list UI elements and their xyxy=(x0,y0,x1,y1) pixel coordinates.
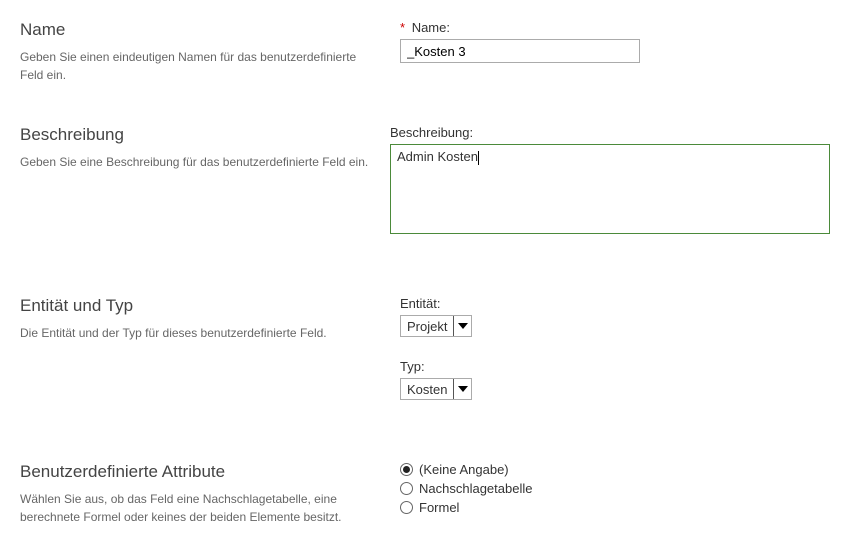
type-select-value: Kosten xyxy=(401,382,453,397)
section-name-left: Name Geben Sie einen eindeutigen Namen f… xyxy=(20,20,400,84)
section-description: Beschreibung Geben Sie eine Beschreibung… xyxy=(20,125,830,256)
attribute-radio-none-label: (Keine Angabe) xyxy=(419,462,509,477)
section-attributes: Benutzerdefinierte Attribute Wählen Sie … xyxy=(20,462,830,526)
section-attributes-left: Benutzerdefinierte Attribute Wählen Sie … xyxy=(20,462,400,526)
entity-field-label: Entität: xyxy=(400,296,830,311)
chevron-down-icon xyxy=(453,316,471,336)
section-entity-desc: Die Entität und der Typ für dieses benut… xyxy=(20,324,380,342)
section-description-left: Beschreibung Geben Sie eine Beschreibung… xyxy=(20,125,390,171)
section-description-title: Beschreibung xyxy=(20,125,370,145)
radio-dot-icon xyxy=(403,466,410,473)
attribute-radio-lookup[interactable]: Nachschlagetabelle xyxy=(400,481,830,496)
type-field-label: Typ: xyxy=(400,359,830,374)
section-attributes-title: Benutzerdefinierte Attribute xyxy=(20,462,380,482)
section-entity-title: Entität und Typ xyxy=(20,296,380,316)
section-name-title: Name xyxy=(20,20,380,40)
radio-icon xyxy=(400,482,413,495)
chevron-down-icon xyxy=(453,379,471,399)
section-entity-left: Entität und Typ Die Entität und der Typ … xyxy=(20,296,400,342)
type-select[interactable]: Kosten xyxy=(400,378,472,400)
attribute-radio-formula-label: Formel xyxy=(419,500,459,515)
attribute-radio-lookup-label: Nachschlagetabelle xyxy=(419,481,532,496)
section-entity-right: Entität: Projekt Typ: Kosten xyxy=(400,296,830,422)
description-textarea[interactable]: Admin Kosten xyxy=(390,144,830,234)
radio-icon xyxy=(400,501,413,514)
type-field-group: Typ: Kosten xyxy=(400,359,830,400)
section-name-right: * Name: xyxy=(400,20,830,85)
entity-select[interactable]: Projekt xyxy=(400,315,472,337)
name-input[interactable] xyxy=(400,39,640,63)
required-asterisk: * xyxy=(400,20,405,35)
description-field-group: Beschreibung: Admin Kosten xyxy=(390,125,830,234)
entity-select-value: Projekt xyxy=(401,319,453,334)
section-name: Name Geben Sie einen eindeutigen Namen f… xyxy=(20,20,830,85)
name-field-group: * Name: xyxy=(400,20,830,63)
entity-field-group: Entität: Projekt xyxy=(400,296,830,337)
section-description-desc: Geben Sie eine Beschreibung für das benu… xyxy=(20,153,370,171)
name-label-text: Name: xyxy=(412,20,450,35)
section-entity-type: Entität und Typ Die Entität und der Typ … xyxy=(20,296,830,422)
description-field-label: Beschreibung: xyxy=(390,125,830,140)
section-name-desc: Geben Sie einen eindeutigen Namen für da… xyxy=(20,48,380,84)
section-attributes-right: (Keine Angabe) Nachschlagetabelle Formel xyxy=(400,462,830,519)
name-field-label: * Name: xyxy=(400,20,830,35)
attribute-radio-formula[interactable]: Formel xyxy=(400,500,830,515)
section-attributes-desc: Wählen Sie aus, ob das Feld eine Nachsch… xyxy=(20,490,380,526)
attribute-radio-none[interactable]: (Keine Angabe) xyxy=(400,462,830,477)
section-description-right: Beschreibung: Admin Kosten xyxy=(390,125,830,256)
radio-icon xyxy=(400,463,413,476)
text-cursor xyxy=(478,151,479,165)
